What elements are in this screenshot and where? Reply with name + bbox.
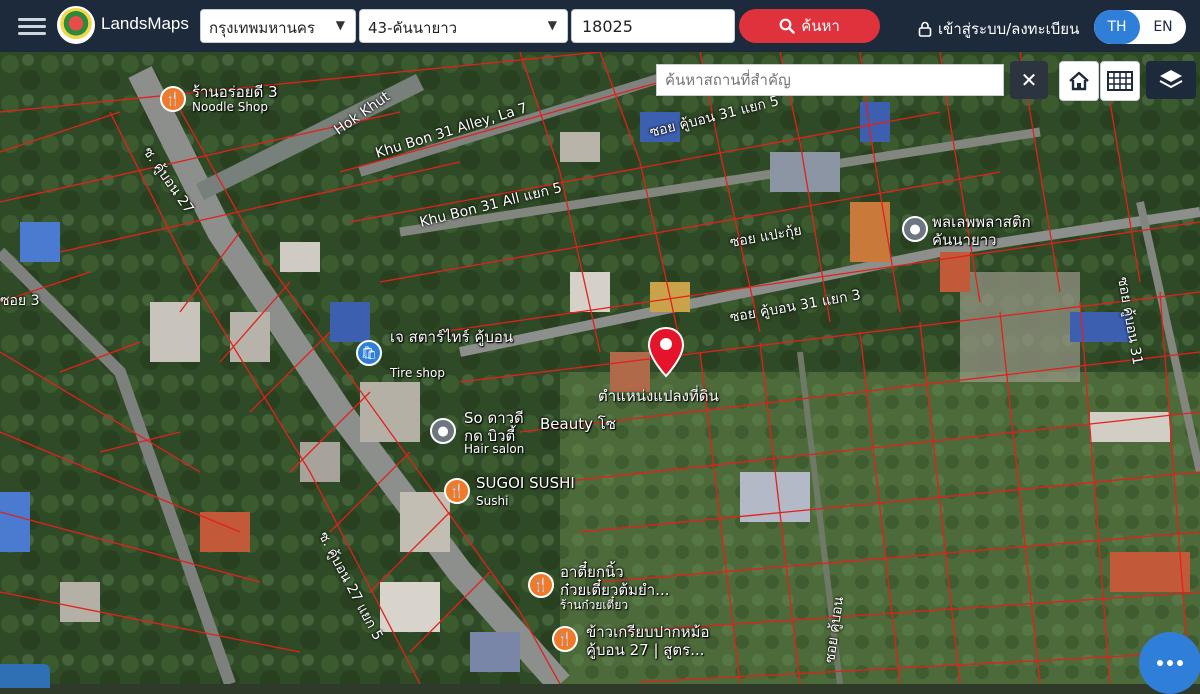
clear-search-button[interactable]: ✕ — [1010, 61, 1048, 99]
poi-alt-name: Beauty โซ — [540, 415, 616, 433]
province-select[interactable]: กรุงเทพมหานคร ▼ — [200, 9, 356, 43]
poi-name: SUGOI SUSHI — [476, 474, 575, 492]
food-icon: 🍴 — [552, 626, 578, 652]
food-icon: 🍴 — [160, 86, 186, 112]
poi-category: Tire shop — [390, 366, 445, 380]
more-options-button[interactable] — [1139, 632, 1200, 694]
place-search-input[interactable] — [656, 64, 1004, 96]
search-button-label: ค้นหา — [801, 17, 840, 35]
district-select[interactable]: 43-คันนายาว ▼ — [359, 9, 568, 43]
poi-category: Sushi — [476, 494, 509, 508]
measure-tool-button[interactable] — [0, 664, 50, 688]
lock-icon — [918, 21, 932, 37]
search-icon — [779, 18, 795, 34]
chevron-down-icon: ▼ — [547, 18, 557, 32]
lang-th-button[interactable]: TH — [1094, 10, 1140, 44]
poi-name-line2: คู้บอน 27 | สูตร... — [586, 641, 705, 659]
menu-icon[interactable] — [18, 14, 46, 38]
login-link[interactable]: เข้าสู่ระบบ/ลงทะเบียน — [918, 17, 1079, 41]
department-seal-logo — [57, 6, 95, 44]
marker-label: ตำแหน่งแปลงที่ดิน — [598, 387, 719, 405]
layers-button[interactable] — [1146, 61, 1196, 99]
chevron-down-icon: ▼ — [335, 18, 345, 32]
shop-icon: 🛍 — [356, 340, 382, 366]
layers-icon — [1159, 70, 1183, 89]
more-dots-icon — [1157, 660, 1163, 666]
satellite-map[interactable]: Khu Bon 31 Alley, La 7 ซอย คู้บอน 31 แยก… — [0, 52, 1200, 684]
poi-category: Hair salon — [464, 442, 525, 456]
store-icon: ● — [902, 216, 928, 242]
poi-category: ร้านก๋วยเตี๋ยว — [560, 598, 629, 612]
search-button[interactable]: ค้นหา — [739, 9, 880, 43]
province-value: กรุงเทพมหานคร — [209, 19, 315, 37]
lang-en-button[interactable]: EN — [1140, 10, 1186, 44]
food-icon: 🍴 — [444, 478, 470, 504]
login-label: เข้าสู่ระบบ/ลงทะเบียน — [938, 20, 1080, 38]
grid-icon — [1107, 71, 1133, 91]
salon-icon: ● — [430, 418, 456, 444]
district-value: 43-คันนายาว — [368, 19, 458, 37]
home-icon — [1069, 71, 1089, 91]
brand-name: LandsMaps — [101, 14, 189, 33]
poi-name: เจ สตาร์ไทร์ คู้บอน — [390, 328, 514, 346]
location-pin-icon[interactable] — [647, 326, 685, 378]
top-bar: LandsMaps กรุงเทพมหานคร ▼ 43-คันนายาว ▼ … — [0, 0, 1200, 52]
home-button[interactable] — [1059, 61, 1099, 101]
parcel-grid-button[interactable] — [1100, 61, 1140, 101]
poi-category: Noodle Shop — [192, 100, 268, 114]
close-icon: ✕ — [1020, 68, 1038, 92]
food-icon: 🍴 — [528, 572, 554, 598]
poi-name-line2: คันนายาว — [932, 231, 997, 249]
street-label-soi-3: ซอย 3 — [0, 293, 40, 309]
parcel-number-input[interactable] — [571, 9, 735, 43]
language-toggle: TH EN — [1094, 10, 1186, 44]
